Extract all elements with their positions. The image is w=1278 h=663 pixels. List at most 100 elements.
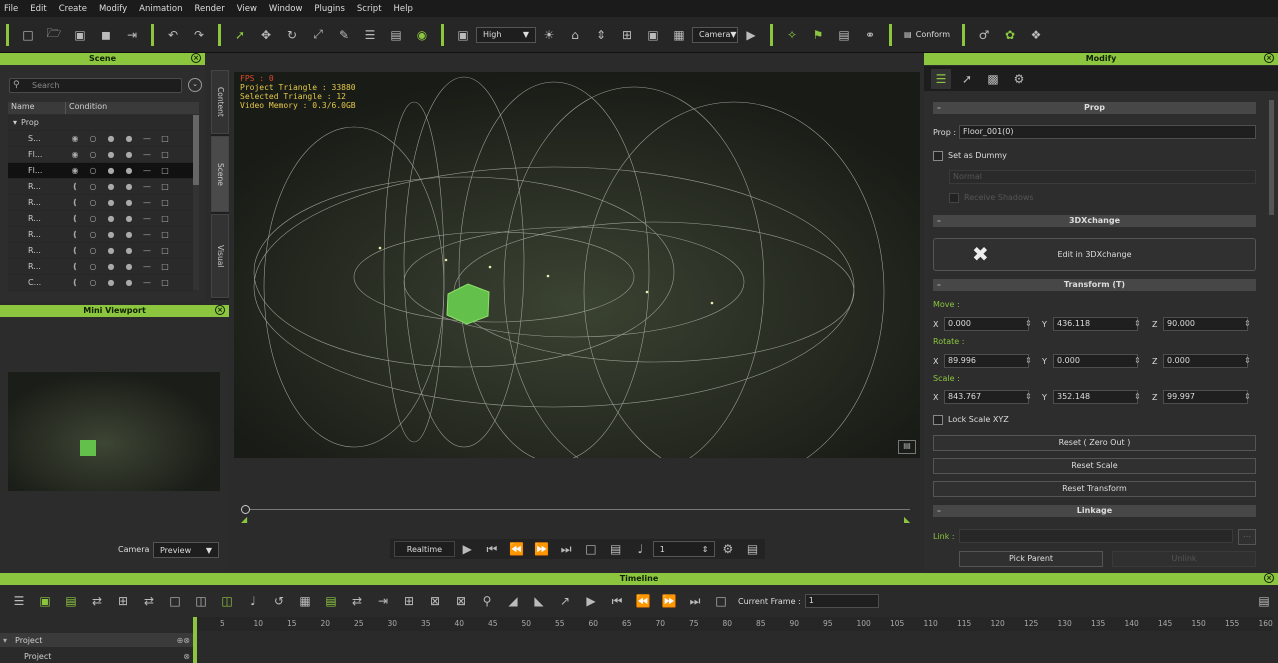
track-project-header[interactable]: ▾ Project ⊕⊗ — [0, 633, 193, 647]
physics-tab-icon[interactable]: ⚙ — [1009, 69, 1029, 89]
file-icon[interactable]: □ — [156, 198, 174, 207]
tl-play-icon[interactable]: ▶ — [581, 591, 601, 611]
next-frame-icon[interactable]: ⏩ — [532, 539, 551, 559]
lock-icon[interactable]: ○ — [84, 150, 102, 159]
sync-icon[interactable]: ↺ — [269, 591, 289, 611]
light-icon[interactable]: ☀ — [539, 25, 559, 45]
lock-icon[interactable]: ○ — [84, 246, 102, 255]
music-note-icon[interactable]: ♩ — [631, 539, 650, 559]
align-icon[interactable]: ✎ — [334, 25, 354, 45]
transform-section-header[interactable]: – Transform (T) — [933, 279, 1256, 291]
conform-button[interactable]: ▤ Conform — [898, 27, 956, 43]
search-input[interactable]: Search — [9, 78, 182, 93]
eye-icon[interactable]: ◉ — [66, 150, 84, 159]
stepper-icon[interactable]: ⇕ — [1244, 392, 1251, 401]
scale-icon[interactable]: ⤢ — [308, 25, 328, 45]
start-marker-icon[interactable]: ◢ — [241, 515, 247, 524]
shading-icon[interactable]: ● — [102, 278, 120, 287]
expand-icon[interactable]: ▾ — [8, 118, 17, 127]
stepper-icon[interactable]: ⇕ — [1025, 356, 1032, 365]
file-icon[interactable]: □ — [156, 214, 174, 223]
modify-scrollbar[interactable] — [1269, 100, 1274, 215]
lock-icon[interactable]: ○ — [84, 198, 102, 207]
playhead[interactable] — [193, 617, 197, 663]
expand-icon[interactable]: ▾ — [0, 636, 7, 645]
end-marker-icon[interactable]: ◣ — [904, 515, 910, 524]
timeline-menu-icon[interactable]: ▤ — [1254, 591, 1274, 611]
transform-field[interactable]: 0.000 — [944, 317, 1029, 331]
menu-item-file[interactable]: File — [4, 4, 18, 14]
subtitle-icon[interactable]: ▤ — [606, 539, 625, 559]
last-frame-icon[interactable]: ⏭ — [557, 539, 576, 559]
fit-icon[interactable]: ⇥ — [373, 591, 393, 611]
menu-item-window[interactable]: Window — [269, 4, 303, 14]
track-project-row[interactable]: Project ⊗ — [0, 649, 193, 663]
close-icon[interactable]: × — [215, 305, 225, 315]
scene-row[interactable]: S... ◉ ○ ● ● — □ — [8, 131, 193, 147]
current-frame-input[interactable]: 1 — [804, 594, 879, 608]
eye-icon[interactable]: ❪ — [66, 246, 84, 255]
stepper-icon[interactable]: ⇕ — [1025, 392, 1032, 401]
line-icon[interactable]: — — [138, 214, 156, 223]
tl-next-icon[interactable]: ⏩ — [659, 591, 679, 611]
eye-icon[interactable]: ❪ — [66, 182, 84, 191]
file-icon[interactable]: □ — [156, 262, 174, 271]
range-icon[interactable]: ▤ — [321, 591, 341, 611]
shadow-icon[interactable]: ● — [120, 262, 138, 271]
lock-icon[interactable]: ○ — [84, 214, 102, 223]
motion-tab-icon[interactable]: ➚ — [957, 69, 977, 89]
shading-icon[interactable]: ● — [102, 198, 120, 207]
playback-scrubber[interactable] — [244, 509, 910, 510]
insert-icon[interactable]: ⊞ — [113, 591, 133, 611]
reset-zero-button[interactable]: Reset ( Zero Out ) — [933, 435, 1256, 451]
plus-icon[interactable]: ⊞ — [617, 25, 637, 45]
scene-row[interactable]: R... ❪ ○ ● ● — □ — [8, 227, 193, 243]
rotate-icon[interactable]: ↻ — [282, 25, 302, 45]
line-icon[interactable]: — — [138, 246, 156, 255]
add-key-icon[interactable]: ⊞ — [399, 591, 419, 611]
stepper-icon[interactable]: ⇕ — [1244, 356, 1251, 365]
tree-group[interactable]: ▾ Prop — [8, 115, 193, 131]
lock-icon[interactable]: ○ — [84, 278, 102, 287]
line-icon[interactable]: — — [138, 150, 156, 159]
shadow-icon[interactable]: ● — [120, 278, 138, 287]
quality-dropdown[interactable]: High ▼ — [476, 26, 536, 43]
material-tab-icon[interactable]: ▩ — [983, 69, 1003, 89]
scene-row[interactable]: R... ❪ ○ ● ● — □ — [8, 179, 193, 195]
stepper-icon[interactable]: ⇕ — [702, 545, 709, 554]
file-icon[interactable]: □ — [156, 230, 174, 239]
transform-field[interactable]: 90.000 — [1163, 317, 1248, 331]
track-list-icon[interactable]: ☰ — [9, 591, 29, 611]
copy-icon[interactable]: □ — [165, 591, 185, 611]
eye-icon[interactable]: ❪ — [66, 214, 84, 223]
stepper-icon[interactable]: ⇕ — [1134, 356, 1141, 365]
shading-icon[interactable]: ● — [102, 134, 120, 143]
shading-icon[interactable]: ● — [102, 262, 120, 271]
pan-icon[interactable]: ⇕ — [591, 25, 611, 45]
transform-field[interactable]: 843.767 — [944, 390, 1029, 404]
lock-icon[interactable]: ○ — [84, 182, 102, 191]
tab-visual[interactable]: Visual — [211, 214, 229, 298]
scene-row[interactable]: R... ❪ ○ ● ● — □ — [8, 195, 193, 211]
eye-icon[interactable]: ❪ — [66, 198, 84, 207]
home-icon[interactable]: ⌂ — [565, 25, 585, 45]
file-icon[interactable]: □ — [156, 150, 174, 159]
line-icon[interactable]: — — [138, 262, 156, 271]
transform-field[interactable]: 0.000 — [1053, 354, 1138, 368]
snap-icon[interactable]: ☰ — [360, 25, 380, 45]
reset-scale-button[interactable]: Reset Scale — [933, 458, 1256, 474]
file-icon[interactable]: □ — [156, 182, 174, 191]
scrubber-handle[interactable] — [241, 505, 250, 514]
frame-input[interactable]: 1 ⇕ — [652, 541, 716, 557]
shadow-icon[interactable]: ● — [120, 230, 138, 239]
first-frame-icon[interactable]: ⏮ — [483, 539, 502, 559]
prev-frame-icon[interactable]: ⏪ — [507, 539, 526, 559]
stepper-icon[interactable]: ⇕ — [1134, 392, 1141, 401]
note-icon[interactable]: ♩ — [243, 591, 263, 611]
transform-field[interactable]: 89.996 — [944, 354, 1029, 368]
play-icon[interactable]: ▶ — [458, 539, 477, 559]
menu-item-help[interactable]: Help — [394, 4, 413, 14]
shading-icon[interactable]: ● — [102, 182, 120, 191]
comment-icon[interactable]: ▤ — [898, 440, 916, 454]
menu-item-edit[interactable]: Edit — [30, 4, 46, 14]
